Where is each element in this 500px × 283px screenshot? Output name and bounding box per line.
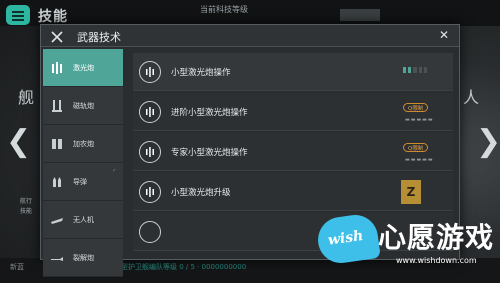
skill-label: 技能: [20, 208, 33, 215]
skill-page-title: 技能: [38, 9, 68, 25]
skill-name: 进阶小型激光炮操作: [171, 107, 248, 118]
railgun-icon: [49, 98, 65, 114]
tab-missile[interactable]: 导弹 ◜: [43, 163, 123, 201]
laser-skill-icon: [139, 220, 161, 243]
tab-label: 磁轨炮: [73, 101, 94, 110]
weapon-tech-dialog: 武器技术 ✕ 激光炮 磁轨炮 加农炮 导弹 ◜ 无人机 裂解炮 小型激光炮操作 …: [40, 24, 460, 277]
skill-row[interactable]: [133, 213, 453, 251]
skill-name: 小型激光炮操作: [171, 67, 231, 78]
dialog-header: 武器技术 ✕: [41, 25, 459, 47]
previous-arrow-button[interactable]: ❮: [6, 124, 31, 159]
next-arrow-button[interactable]: ❯: [476, 124, 500, 159]
menu-button[interactable]: [6, 5, 30, 25]
skill-row[interactable]: 小型激光炮升级 Z: [133, 173, 453, 211]
loading-indicator-icon: ◜: [113, 168, 116, 175]
tab-label: 导弹: [73, 177, 87, 186]
tab-laser[interactable]: 激光炮: [43, 49, 123, 87]
skill-list: 小型激光炮操作 进阶小型激光炮操作 Q限制 ▬▬▬▬▬ 专家小型激光炮操作 Q限…: [133, 49, 455, 259]
laser-skill-icon: [139, 140, 161, 163]
tab-label: 激光炮: [73, 63, 94, 72]
missile-icon: [49, 174, 65, 190]
crew-label: 人: [463, 88, 480, 107]
locked-badge: Q限制: [403, 143, 429, 152]
laser-skill-icon: [139, 180, 161, 203]
nav-label: 航行: [20, 198, 33, 205]
level-dashes: ▬▬▬▬▬: [405, 117, 434, 123]
tab-cracking-gun[interactable]: 裂解炮: [43, 239, 123, 277]
bottom-status-text: 中型护卫舰编队等级 0 / 5 · 0000000000: [114, 263, 247, 271]
tab-drone[interactable]: 无人机: [43, 201, 123, 239]
tab-label: 无人机: [73, 215, 94, 224]
close-icon[interactable]: ✕: [439, 28, 449, 42]
cannon-icon: [49, 136, 65, 152]
drone-icon: [49, 212, 65, 228]
top-bar: [0, 0, 500, 26]
hamburger-icon: [12, 6, 24, 25]
tab-railgun[interactable]: 磁轨炮: [43, 87, 123, 125]
tab-label: 加农炮: [73, 139, 94, 148]
skill-row[interactable]: 进阶小型激光炮操作 Q限制 ▬▬▬▬▬: [133, 93, 453, 131]
locked-badge: Q限制: [403, 103, 429, 112]
dialog-title: 武器技术: [77, 31, 121, 44]
skill-row[interactable]: 小型激光炮操作: [133, 53, 453, 91]
laser-icon: [49, 60, 65, 76]
skill-card[interactable]: Z: [401, 180, 421, 204]
skill-name: 小型激光炮升级: [171, 187, 231, 198]
faction-logo-icon: [49, 29, 65, 43]
bottom-left-label: 新蓝: [10, 263, 24, 271]
cracking-gun-icon: [49, 250, 65, 266]
tech-level-value: [340, 9, 380, 21]
skill-progress-bar: [403, 67, 428, 73]
weapon-category-sidebar: 激光炮 磁轨炮 加农炮 导弹 ◜ 无人机 裂解炮: [43, 49, 123, 277]
skill-row[interactable]: 专家小型激光炮操作 Q限制 ▬▬▬▬▬: [133, 133, 453, 171]
laser-skill-icon: [139, 60, 161, 83]
laser-skill-icon: [139, 100, 161, 123]
tech-level-label: 当前科技等级: [200, 5, 248, 14]
tab-cannon[interactable]: 加农炮: [43, 125, 123, 163]
ship-label: 舰: [18, 88, 35, 107]
level-dashes: ▬▬▬▬▬: [405, 157, 434, 163]
skill-name: 专家小型激光炮操作: [171, 147, 248, 158]
tab-label: 裂解炮: [73, 253, 94, 262]
